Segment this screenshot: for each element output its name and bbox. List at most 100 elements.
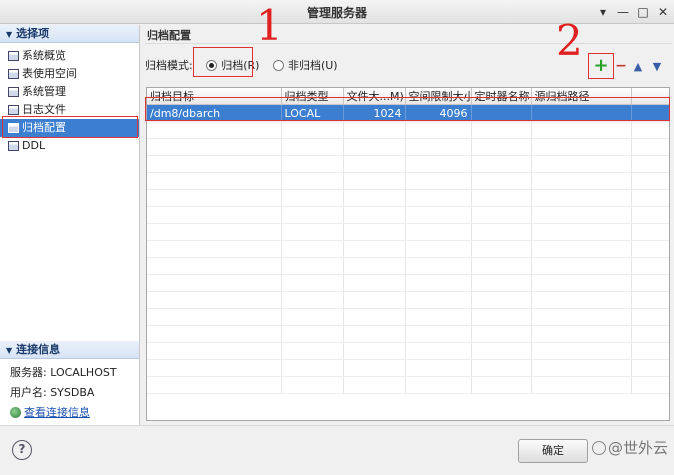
move-up-icon[interactable]: ▲ [629, 58, 647, 76]
empty-cell [531, 291, 632, 309]
empty-cell [281, 274, 344, 292]
view-connection-link-row: 查看连接信息 [0, 403, 139, 423]
options-header-label: 选择项 [16, 27, 50, 40]
watermark-text: @世外云 [608, 439, 669, 457]
empty-cell [281, 308, 344, 326]
empty-cell [531, 155, 632, 173]
empty-cell [405, 240, 472, 258]
empty-cell [405, 274, 472, 292]
empty-cell [343, 291, 406, 309]
close-icon[interactable]: ✕ [654, 3, 672, 21]
empty-cell [343, 223, 406, 241]
empty-cell [147, 325, 282, 343]
empty-cell [281, 155, 344, 173]
empty-cell [343, 342, 406, 360]
archive-table: 归档目标 归档类型 文件大...M) 空间限制大小 定时器名称 源归档路径 /d… [146, 87, 670, 421]
empty-cell [147, 308, 282, 326]
empty-cell [343, 240, 406, 258]
no-archive-radio[interactable]: 非归档(U) [272, 57, 338, 75]
empty-table-row [147, 342, 669, 360]
empty-cell [405, 223, 472, 241]
no-archive-radio-label: 非归档(U) [287, 59, 338, 72]
empty-cell [147, 189, 282, 207]
annotation-box-sidebar [2, 116, 138, 138]
empty-cell [531, 359, 632, 377]
empty-table-row [147, 206, 669, 224]
empty-table-row [147, 223, 669, 241]
view-connection-link[interactable]: 查看连接信息 [24, 406, 90, 419]
watermark: @世外云 [592, 437, 668, 458]
collapse-triangle-icon: ▼ [6, 346, 13, 355]
empty-cell [281, 342, 344, 360]
radio-unchecked-icon [272, 60, 284, 71]
empty-cell [631, 376, 669, 394]
connection-info-header[interactable]: ▼ 连接信息 [0, 341, 139, 359]
annotation-box-archive-radio [193, 47, 253, 77]
empty-table-row [147, 274, 669, 292]
empty-cell [147, 172, 282, 190]
empty-cell [281, 257, 344, 275]
empty-table-row [147, 172, 669, 190]
sidebar-item-ddl[interactable]: DDL [0, 137, 139, 155]
empty-cell [531, 121, 632, 139]
remove-icon[interactable]: − [612, 57, 630, 75]
empty-cell [405, 325, 472, 343]
options-header[interactable]: ▼ 选择项 [0, 25, 139, 43]
empty-cell [471, 240, 532, 258]
help-icon[interactable]: ? [12, 440, 32, 460]
empty-cell [531, 172, 632, 190]
user-info: 用户名: SYSDBA [10, 386, 95, 399]
archive-config-panel: 归档配置 归档模式: 归档(R) 非归档(U) + − ▲ ▼ 归档目标 归档类… [141, 25, 674, 425]
sidebar-item-system-management[interactable]: 系统管理 [0, 83, 139, 101]
empty-cell [147, 138, 282, 156]
maximize-icon[interactable]: □ [634, 3, 652, 21]
empty-cell [471, 342, 532, 360]
empty-cell [471, 155, 532, 173]
window-icon [8, 51, 19, 61]
empty-table-row [147, 308, 669, 326]
empty-table-row [147, 155, 669, 173]
empty-cell [631, 359, 669, 377]
window-menu-icon[interactable]: ▾ [594, 3, 612, 21]
empty-cell [147, 342, 282, 360]
page-title: 归档配置 [145, 27, 672, 44]
empty-cell [147, 257, 282, 275]
window-icon [8, 69, 19, 79]
minimize-icon[interactable]: — [614, 3, 632, 21]
empty-cell [405, 206, 472, 224]
empty-cell [405, 308, 472, 326]
sidebar-item-table-space[interactable]: 表使用空间 [0, 65, 139, 83]
table-body: /dm8/dbarch LOCAL 1024 4096 [147, 104, 669, 394]
empty-cell [147, 359, 282, 377]
empty-table-row [147, 376, 669, 394]
empty-cell [471, 206, 532, 224]
empty-cell [631, 206, 669, 224]
annotation-number-one: 1 [256, 1, 283, 50]
empty-cell [405, 342, 472, 360]
ok-button[interactable]: 确定 [518, 439, 588, 463]
empty-cell [531, 274, 632, 292]
dialog-footer: ? 确定 @世外云 [0, 425, 674, 475]
empty-cell [405, 121, 472, 139]
empty-cell [147, 376, 282, 394]
server-info: 服务器: LOCALHOST [10, 366, 117, 379]
empty-cell [631, 155, 669, 173]
annotation-number-two: 2 [556, 16, 583, 65]
empty-cell [405, 359, 472, 377]
empty-table-row [147, 291, 669, 309]
empty-cell [471, 189, 532, 207]
empty-cell [471, 376, 532, 394]
empty-cell [471, 291, 532, 309]
empty-cell [531, 189, 632, 207]
sidebar-item-overview[interactable]: 系统概览 [0, 47, 139, 65]
empty-cell [531, 223, 632, 241]
move-down-icon[interactable]: ▼ [648, 58, 666, 76]
empty-cell [631, 342, 669, 360]
empty-cell [281, 291, 344, 309]
empty-cell [343, 206, 406, 224]
empty-cell [147, 240, 282, 258]
empty-cell [531, 342, 632, 360]
empty-cell [343, 325, 406, 343]
empty-cell [343, 189, 406, 207]
empty-cell [471, 359, 532, 377]
